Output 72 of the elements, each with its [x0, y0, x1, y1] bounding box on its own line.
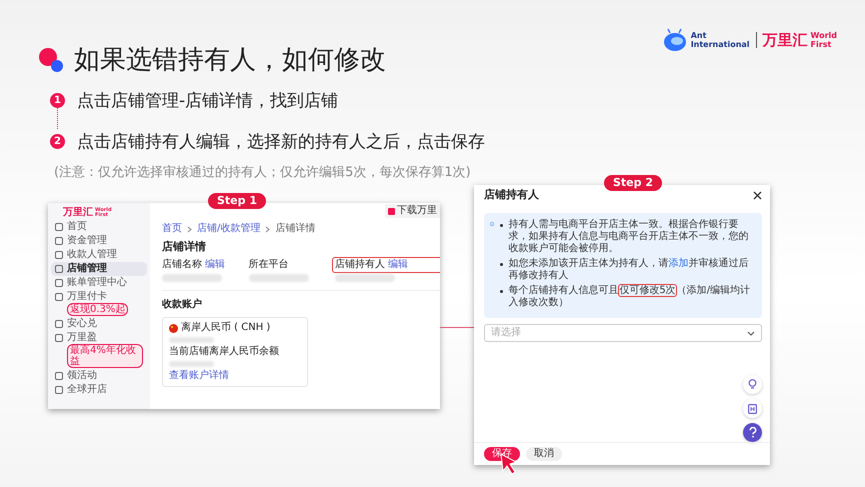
app-icon	[388, 208, 395, 214]
sidebar-item[interactable]: 资金管理	[51, 234, 147, 248]
cancel-button[interactable]: 取消	[526, 447, 562, 461]
edit-link[interactable]: 编辑	[388, 259, 408, 271]
robot-mascot-icon	[662, 28, 688, 52]
close-icon[interactable]	[753, 190, 762, 200]
help-icon[interactable]	[743, 423, 762, 442]
breadcrumb-item[interactable]: 店铺/收款管理	[197, 223, 260, 235]
slide-title: 如果选错持有人，如何修改	[74, 44, 386, 77]
sidebar-label: 万里付卡	[67, 291, 107, 303]
sidebar-label: 收款人管理	[67, 249, 117, 261]
promo-tag: 最高4%年化收益	[67, 344, 143, 368]
sidebar-item[interactable]: 账单管理中心	[51, 276, 147, 290]
sidebar-label: 首页	[67, 221, 87, 233]
sidebar-item[interactable]: 万里付卡 返现0.3%起	[51, 290, 147, 317]
sidebar-label: 账单管理中心	[67, 277, 127, 289]
sidebar-label: 店铺管理	[67, 263, 107, 275]
section-title: 收款账户	[162, 299, 203, 311]
blurred-value	[335, 274, 396, 282]
field-label: 店铺持有人	[335, 259, 386, 271]
chevron-icon	[187, 226, 192, 232]
logo-text: 万里汇	[762, 30, 808, 50]
chevron-icon	[265, 226, 270, 232]
sidebar-label: 全球开店	[67, 384, 107, 396]
sidebar-item[interactable]: 店铺管理	[51, 262, 147, 276]
sidebar-item[interactable]: 领活动	[51, 369, 147, 383]
step-text: 点击店铺持有人编辑，选择新的持有人之后，点击保存	[77, 131, 485, 153]
currency-label: 离岸人民币 ( CNH )	[181, 322, 270, 334]
sidebar-item[interactable]: 收款人管理	[51, 248, 147, 262]
logo-text: World	[810, 31, 837, 40]
account-details-link[interactable]: 查看账户详情	[169, 370, 301, 382]
step-badge: Step 1	[208, 193, 266, 209]
chevron-down-icon	[747, 330, 755, 336]
step-number: 1	[50, 93, 65, 108]
highlighted-text: 仅可修改5次	[618, 284, 677, 297]
step-badge: Step 2	[604, 175, 662, 191]
sidebar-label: 安心兑	[67, 318, 97, 330]
info-bullet-text: 持有人需与电商平台开店主体一致。根据合作银行要求，如果持有人信息与电商平台开店主体不一致，您的收款账户可能会被停用。	[508, 219, 750, 255]
step-text: 点击店铺管理-店铺详情，找到店铺	[77, 90, 338, 112]
lightbulb-icon[interactable]	[743, 375, 762, 394]
breadcrumb-item: 店铺详情	[275, 223, 316, 235]
bullet-icon	[500, 290, 504, 293]
add-link[interactable]: 添加	[668, 258, 688, 269]
promo-tag: 返现0.3%起	[67, 303, 128, 316]
sidebar-label: 万里盈	[67, 332, 97, 344]
sidebar-label: 资金管理	[67, 235, 107, 247]
note-text: (注意：仅允许选择审核通过的持有人；仅允许编辑5次，每次保存算1次)	[54, 164, 472, 181]
sidebar-item[interactable]: 安心兑	[51, 317, 147, 331]
bullet-icon	[500, 224, 504, 227]
sidebar-item[interactable]: 首页	[51, 220, 147, 234]
logo-text: First	[810, 40, 832, 49]
dialog-title: 店铺持有人	[484, 189, 539, 201]
bullet-icon	[500, 263, 504, 266]
sidebar-label: 领活动	[67, 370, 97, 382]
info-bullet-text: 每个店铺持有人信息可且仅可修改5次（添加/编辑均计入修改次数）	[508, 285, 752, 309]
step-number: 2	[50, 134, 65, 149]
flag-icon	[169, 324, 178, 332]
dots-icon	[38, 46, 64, 72]
logo-text: Ant	[690, 31, 708, 40]
balance-label: 当前店铺离岸人民币余额	[169, 346, 280, 358]
info-icon	[490, 219, 494, 229]
logo-text: 万里汇	[63, 206, 93, 218]
edit-link[interactable]: 编辑	[205, 259, 225, 271]
sidebar-item[interactable]: 万里盈 最高4%年化收益	[51, 331, 147, 369]
download-button[interactable]: 下载万里	[385, 204, 440, 218]
page-title: 店铺详情	[162, 241, 207, 253]
sidebar-item[interactable]: 全球开店	[51, 383, 147, 397]
breadcrumb-item[interactable]: 首页	[162, 223, 182, 235]
info-bullet-text: 如您未添加该开店主体为持有人，请添加并审核通过后再修改持有人	[508, 258, 750, 282]
field-label: 店铺名称	[162, 259, 202, 271]
field-label: 所在平台	[248, 259, 289, 271]
logo-text: International	[690, 40, 750, 49]
